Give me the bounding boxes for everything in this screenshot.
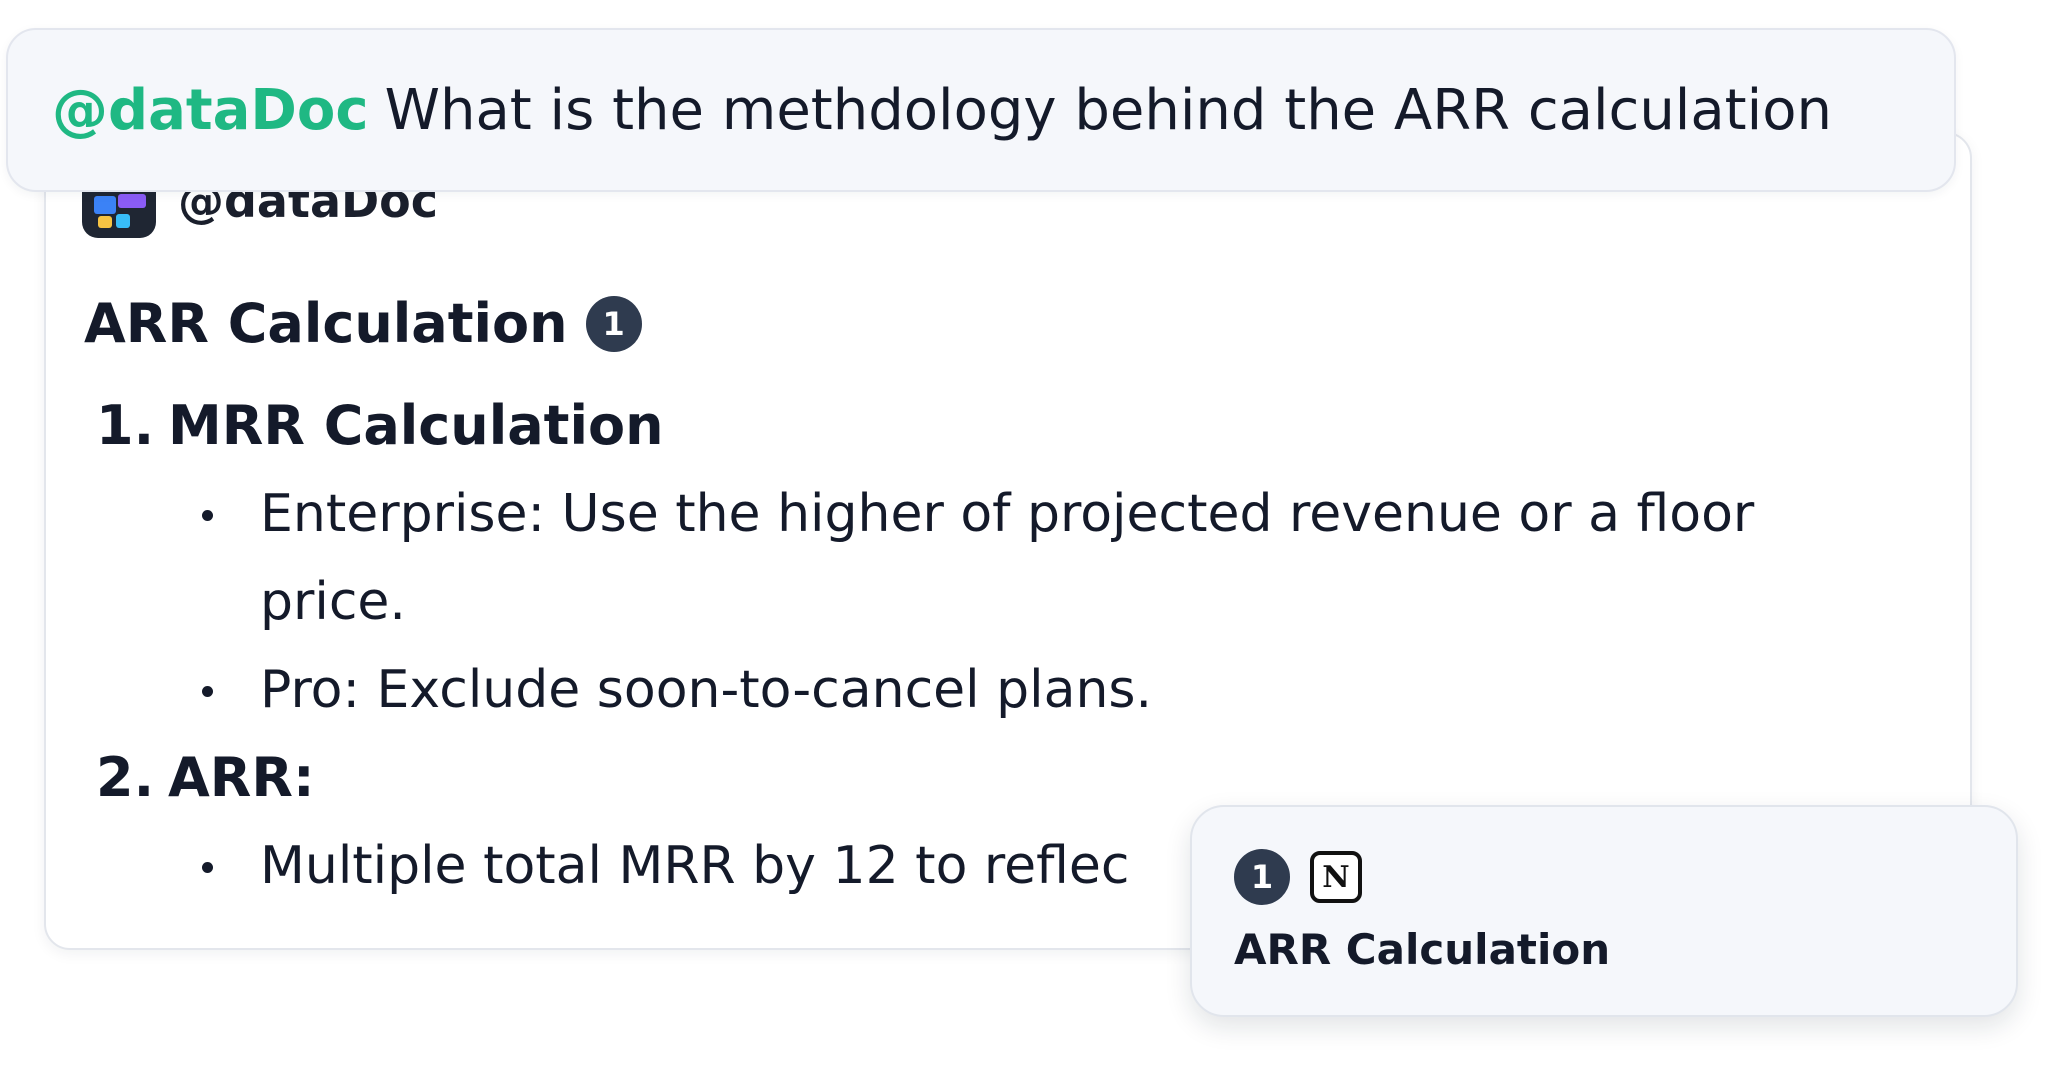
notion-icon: N: [1310, 851, 1362, 903]
citation-source-title[interactable]: ARR Calculation: [1234, 925, 1610, 974]
question-text: What is the methdology behind the ARR ca…: [384, 77, 1832, 143]
bullet-list: Enterprise: Use the higher of projected …: [84, 470, 1910, 734]
citation-badge[interactable]: 1: [585, 296, 642, 352]
step-item: 1. MRR Calculation Enterprise: Use the h…: [84, 382, 1910, 734]
step-title: ARR:: [168, 746, 315, 809]
answer-title: ARR Calculation 1: [84, 284, 1910, 364]
step-number: 2.: [96, 746, 155, 809]
citation-popover-header: 1 N: [1234, 849, 1362, 905]
citation-popover[interactable]: 1 N ARR Calculation: [1190, 805, 2018, 1017]
step-heading: 1. MRR Calculation: [84, 382, 1910, 470]
bullet-item: Enterprise: Use the higher of projected …: [84, 470, 1900, 646]
citation-number-badge: 1: [1234, 849, 1290, 905]
question-bubble: @dataDoc What is the methdology behind t…: [6, 28, 1956, 192]
answer-title-text: ARR Calculation: [84, 292, 568, 355]
step-title: MRR Calculation: [168, 394, 664, 457]
mention-tag[interactable]: @dataDoc: [52, 78, 369, 143]
step-number: 1.: [96, 394, 155, 457]
bullet-item: Pro: Exclude soon-to-cancel plans.: [84, 646, 1900, 734]
